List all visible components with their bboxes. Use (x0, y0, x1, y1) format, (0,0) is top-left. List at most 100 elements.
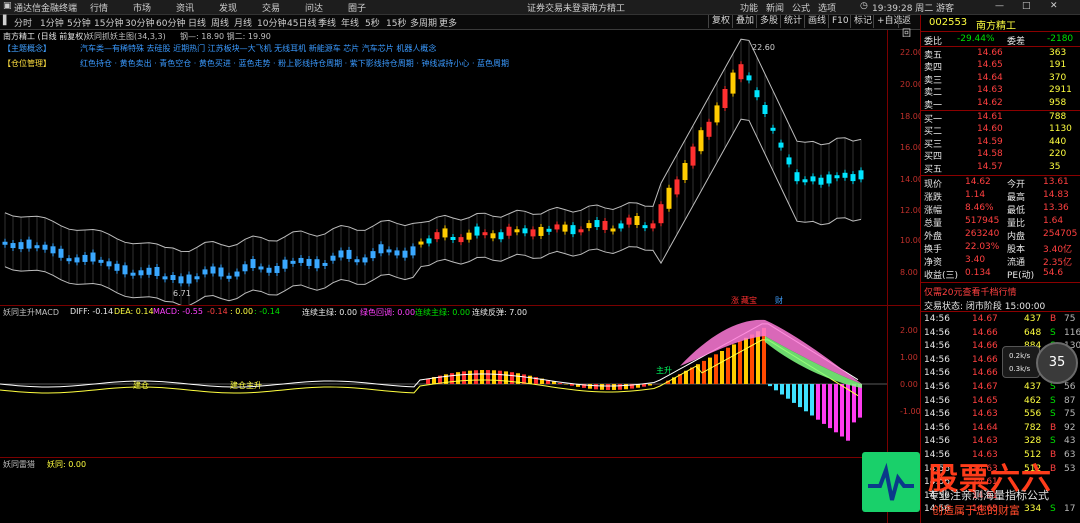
stat-label: 量比 (1007, 219, 1026, 229)
period-5sec[interactable]: 5秒 (365, 16, 380, 29)
mark-button[interactable]: 标记 (850, 15, 875, 28)
candle-body (746, 75, 752, 81)
menu-item-xinwen[interactable]: 新闻 (766, 1, 784, 14)
tick-price: 14.63 (972, 409, 998, 420)
multi-stock-button[interactable]: 多股 (756, 15, 781, 28)
menu-item-gongshi[interactable]: 公式 (792, 1, 810, 14)
tick-count: 116 (1064, 327, 1080, 338)
ask-price: 14.64 (977, 72, 1003, 83)
macd-bar (492, 370, 496, 384)
candle-body (394, 250, 400, 256)
period-more[interactable]: 更多 (439, 16, 457, 29)
candle-body (322, 262, 328, 266)
stats-button[interactable]: 统计 (780, 15, 805, 28)
candle-body (442, 228, 448, 238)
tick-side: S (1050, 327, 1056, 338)
period-daily[interactable]: 日线 (188, 16, 206, 29)
overlay-button[interactable]: 叠加 (732, 15, 757, 28)
period-1min[interactable]: 1分钟 (40, 16, 64, 29)
menu-item-jiaoyi[interactable]: 交易 (262, 1, 280, 14)
period-10min[interactable]: 10分钟 (257, 16, 286, 29)
menu-item-xuanxiang[interactable]: 选项 (818, 1, 836, 14)
close-icon[interactable]: ✕ (1050, 1, 1058, 11)
period-multi[interactable]: 多周期 (410, 16, 437, 29)
period-quarter[interactable]: 季线 (318, 16, 336, 29)
macd-bar (726, 347, 730, 384)
candle-body (610, 228, 616, 232)
tick-count: 17 (1064, 504, 1076, 515)
menu-item-quanzi[interactable]: 圈子 (348, 1, 366, 14)
macd-pane[interactable]: 妖同主升MACD DIFF: -0.14 DEA: 0.14 MACD: -0.… (0, 306, 920, 456)
macd-bar (624, 384, 628, 390)
main-chart-pane[interactable]: 南方精工 (日线 前复权) 妖同抓妖主图(34,3,3) 钢—: 18.90 钢… (0, 30, 920, 305)
period-15sec[interactable]: 15秒 (386, 16, 406, 29)
menu-item-shichang[interactable]: 市场 (133, 1, 151, 14)
menu-item-hangqing[interactable]: 行情 (90, 1, 108, 14)
macd-bar (690, 367, 694, 384)
tick-price: 14.65 (972, 395, 998, 406)
f10-button[interactable]: F10 (828, 15, 852, 28)
tick-volume: 328 (1024, 436, 1042, 447)
period-monthly[interactable]: 月线 (234, 16, 252, 29)
candle-body (106, 261, 112, 267)
candle-body (74, 257, 80, 263)
candle-body (354, 259, 360, 263)
menu-item-wenda[interactable]: 问达 (305, 1, 323, 14)
bid-volume: 788 (1049, 112, 1067, 122)
period-45day[interactable]: 45日线 (287, 16, 316, 29)
fuquan-button[interactable]: 复权 (708, 15, 733, 28)
candle-body (618, 223, 624, 229)
stat-row: 外盘 263240 内盘 254705 (921, 229, 1080, 242)
menu-item-zixun[interactable]: 资讯 (176, 1, 194, 14)
tick-price: 14.66 (972, 354, 998, 365)
period-15min[interactable]: 15分钟 (94, 16, 123, 29)
clock: 19:39:28 周二 (872, 4, 934, 14)
macd-bar (828, 384, 832, 429)
bottom-value: 妖同: 0.00 (47, 460, 87, 469)
period-60min[interactable]: 60分钟 (156, 16, 185, 29)
candle-body (650, 223, 656, 229)
macd-bar (774, 384, 778, 391)
candle-body (570, 225, 576, 235)
candle-body (66, 258, 72, 262)
login-notice[interactable]: 证券交易未登录 (527, 1, 590, 14)
promo-link[interactable]: 仅需20元查看千档行情 (924, 285, 1016, 298)
expand-icon[interactable]: ▌ (3, 16, 10, 26)
axis-border (887, 30, 888, 523)
ask-volume: 2911 (1049, 85, 1072, 96)
bid-price: 14.60 (977, 124, 1003, 135)
speed-gauge[interactable]: 35 (1036, 342, 1078, 384)
stat-row: 涨跌 1.14 最高 14.83 (921, 190, 1080, 203)
main-chart-canvas[interactable] (0, 30, 920, 305)
stat-value: 14.83 (1043, 190, 1069, 200)
ask-price: 14.62 (977, 97, 1003, 108)
candle-body (410, 246, 416, 256)
minimize-icon[interactable]: — (995, 1, 1004, 11)
candle-body (450, 236, 456, 240)
candle-body (810, 176, 816, 182)
stat-value: 3.40亿 (1043, 245, 1073, 255)
stat-label: PE(动) (1007, 271, 1035, 281)
menu-item-gongneng[interactable]: 功能 (740, 1, 758, 14)
period-30min[interactable]: 30分钟 (125, 16, 154, 29)
bottom-pane[interactable]: 妖同雷猎 妖同: 0.00 (0, 458, 860, 523)
candle-body (274, 265, 280, 273)
candle-body (210, 266, 216, 274)
back-button[interactable]: 返回 (898, 15, 920, 39)
draw-button[interactable]: 画线 (804, 15, 829, 28)
weibi-value: -29.44% (957, 34, 995, 44)
period-fenshi[interactable]: 分时 (14, 16, 32, 29)
stat-value: 0.134 (965, 268, 991, 278)
candle-body (218, 267, 224, 277)
tick-count: 75 (1064, 314, 1076, 324)
period-5min[interactable]: 5分钟 (67, 16, 91, 29)
stat-value: 13.36 (1043, 203, 1069, 213)
maximize-icon[interactable]: □ (1022, 1, 1031, 11)
guest-label[interactable]: 游客 (936, 1, 954, 14)
period-year[interactable]: 年线 (341, 16, 359, 29)
candle-body (602, 220, 608, 230)
menu-item-faxian[interactable]: 发现 (219, 1, 237, 14)
macd-bar (504, 371, 508, 384)
period-weekly[interactable]: 周线 (211, 16, 229, 29)
ask-row: 卖四 14.65 191 (921, 60, 1080, 73)
